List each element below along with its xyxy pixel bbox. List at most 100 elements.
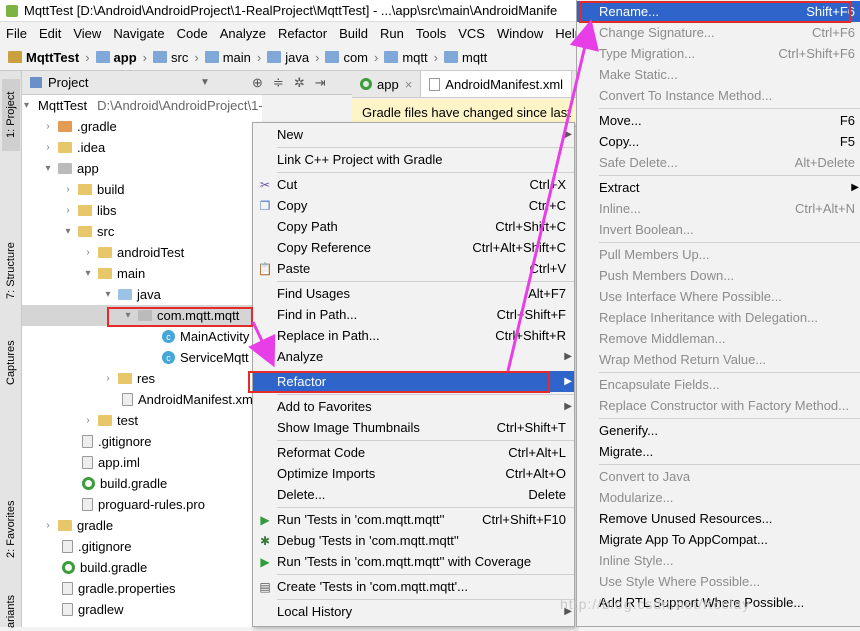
submenu-item-extract[interactable]: Extract ▶ [577,177,860,198]
menu-item-show-thumbnails[interactable]: Show Image Thumbnails Ctrl+Shift+T [253,417,574,438]
chevron-down-icon[interactable]: ▾ [62,226,74,237]
breadcrumb-item[interactable]: java › [267,50,319,65]
submenu-item-generify[interactable]: Generify... [577,420,860,441]
tree-row[interactable]: gradle.properties [22,578,262,599]
submenu-item-make-static[interactable]: Make Static... [577,64,860,85]
menu-analyze[interactable]: Analyze [214,26,272,41]
menu-item-copy-reference[interactable]: Copy Reference Ctrl+Alt+Shift+C [253,237,574,258]
breadcrumb-item[interactable]: com › [325,50,378,65]
tree-row[interactable]: .gitignore [22,536,262,557]
menu-refactor[interactable]: Refactor [272,26,333,41]
submenu-item-remove-middleman[interactable]: Remove Middleman... [577,328,860,349]
tab-captures[interactable]: Captures [2,333,20,393]
menu-item-cut[interactable]: ✂ Cut Ctrl+X [253,174,574,195]
menu-item-add-to-favorites[interactable]: Add to Favorites ▶ [253,396,574,417]
tree-row[interactable]: ▾ main [22,263,262,284]
chevron-right-icon[interactable]: › [42,121,54,132]
menu-item-copy-path[interactable]: Copy Path Ctrl+Shift+C [253,216,574,237]
chevron-down-icon[interactable]: ▾ [42,163,54,174]
hide-icon[interactable]: ⇥ [315,75,326,91]
submenu-item-replace-inheritance[interactable]: Replace Inheritance with Delegation... [577,307,860,328]
breadcrumb-item[interactable]: main › [204,50,261,65]
tab-android-manifest[interactable]: AndroidManifest.xml [421,71,573,97]
tree-row[interactable]: build.gradle [22,557,262,578]
menu-item-delete[interactable]: Delete... Delete [253,484,574,505]
breadcrumb-item[interactable]: src › [153,50,199,65]
breadcrumb-item[interactable]: MqttTest › [8,50,90,65]
tree-row[interactable]: ▾ java [22,284,262,305]
menu-item-run-tests[interactable]: ▶ Run 'Tests in 'com.mqtt.mqtt'' Ctrl+Shif… [253,509,574,530]
tree-row[interactable]: c MainActivity [22,326,262,347]
submenu-item-inline[interactable]: Inline... Ctrl+Alt+N [577,198,860,219]
menu-item-debug-tests[interactable]: ✱ Debug 'Tests in 'com.mqtt.mqtt'' [253,530,574,551]
menu-tools[interactable]: Tools [410,26,452,41]
menu-build[interactable]: Build [333,26,374,41]
tab-structure[interactable]: 7: Structure [2,231,20,311]
breadcrumb-item[interactable]: mqtt [443,50,487,65]
submenu-item-move[interactable]: Move... F6 [577,110,860,131]
tree-row[interactable]: › gradle [22,515,262,536]
tree-row[interactable]: › test [22,410,262,431]
gear-icon[interactable]: ✲ [294,75,305,91]
menu-code[interactable]: Code [171,26,214,41]
menu-item-find-in-path[interactable]: Find in Path... Ctrl+Shift+F [253,304,574,325]
tree-row[interactable]: ▾MqttTestD:\Android\AndroidProject\1-Rea… [22,95,262,116]
tree-row[interactable]: › res [22,368,262,389]
breadcrumb-item[interactable]: mqtt › [384,50,438,65]
tree-row[interactable]: › .idea [22,137,262,158]
submenu-item-use-style[interactable]: Use Style Where Possible... [577,571,860,592]
menu-item-optimize-imports[interactable]: Optimize Imports Ctrl+Alt+O [253,463,574,484]
menu-window[interactable]: Window [491,26,549,41]
menu-vcs[interactable]: VCS [452,26,491,41]
tree-row[interactable]: .gitignore [22,431,262,452]
breadcrumb-item[interactable]: app › [95,50,147,65]
collapse-icon[interactable]: ≑ [273,75,284,91]
close-icon[interactable]: × [405,77,413,92]
chevron-right-icon[interactable]: › [42,142,54,153]
tab-app[interactable]: app × [352,71,422,97]
submenu-item-inline-style[interactable]: Inline Style... [577,550,860,571]
menu-item-find-usages[interactable]: Find Usages Alt+F7 [253,283,574,304]
menu-navigate[interactable]: Navigate [107,26,170,41]
submenu-item-modularize[interactable]: Modularize... [577,487,860,508]
tree-row[interactable]: gradlew [22,599,262,620]
menu-view[interactable]: View [67,26,107,41]
tree-row[interactable]: build.gradle [22,473,262,494]
chevron-right-icon[interactable]: › [62,184,74,195]
chevron-right-icon[interactable]: › [42,520,54,531]
submenu-item-migrate[interactable]: Migrate... [577,441,860,462]
tree-row[interactable]: › libs [22,200,262,221]
tab-favorites[interactable]: 2: Favorites [2,491,20,567]
tree-row[interactable]: › androidTest [22,242,262,263]
tab-build-variants[interactable]: ariants [2,591,20,631]
menu-item-replace-in-path[interactable]: Replace in Path... Ctrl+Shift+R [253,325,574,346]
chevron-right-icon[interactable]: › [62,205,74,216]
dropdown-arrow-icon[interactable]: ▼ [200,77,210,88]
menu-edit[interactable]: Edit [33,26,67,41]
submenu-item-change-signature[interactable]: Change Signature... Ctrl+F6 [577,22,860,43]
menu-item-paste[interactable]: 📋 Paste Ctrl+V [253,258,574,279]
menu-item-copy[interactable]: ❐ Copy Ctrl+C [253,195,574,216]
menu-item-link-cpp[interactable]: Link C++ Project with Gradle [253,149,574,170]
menu-item-reformat-code[interactable]: Reformat Code Ctrl+Alt+L [253,442,574,463]
menu-file[interactable]: File [0,26,33,41]
submenu-item-replace-constructor[interactable]: Replace Constructor with Factory Method.… [577,395,860,416]
submenu-item-migrate-appcompat[interactable]: Migrate App To AppCompat... [577,529,860,550]
chevron-right-icon[interactable]: › [82,247,94,258]
submenu-item-safe-delete[interactable]: Safe Delete... Alt+Delete [577,152,860,173]
menu-item-analyze[interactable]: Analyze ▶ [253,346,574,367]
tab-project[interactable]: 1: Project [2,79,20,151]
chevron-right-icon[interactable]: › [82,415,94,426]
submenu-item-convert-instance[interactable]: Convert To Instance Method... [577,85,860,106]
submenu-item-wrap-return[interactable]: Wrap Method Return Value... [577,349,860,370]
submenu-item-use-interface[interactable]: Use Interface Where Possible... [577,286,860,307]
submenu-item-invert-boolean[interactable]: Invert Boolean... [577,219,860,240]
menu-run[interactable]: Run [374,26,410,41]
sync-icon[interactable]: ⊕ [252,75,263,91]
tree-row[interactable]: ▾ app [22,158,262,179]
menu-item-run-coverage[interactable]: ▶ Run 'Tests in 'com.mqtt.mqtt'' with Cov… [253,551,574,572]
menu-item-local-history[interactable]: Local History ▶ [253,601,574,622]
submenu-item-push-members-down[interactable]: Push Members Down... [577,265,860,286]
tree-row[interactable]: ▾ src [22,221,262,242]
tree-row[interactable]: AndroidManifest.xml [22,389,262,410]
